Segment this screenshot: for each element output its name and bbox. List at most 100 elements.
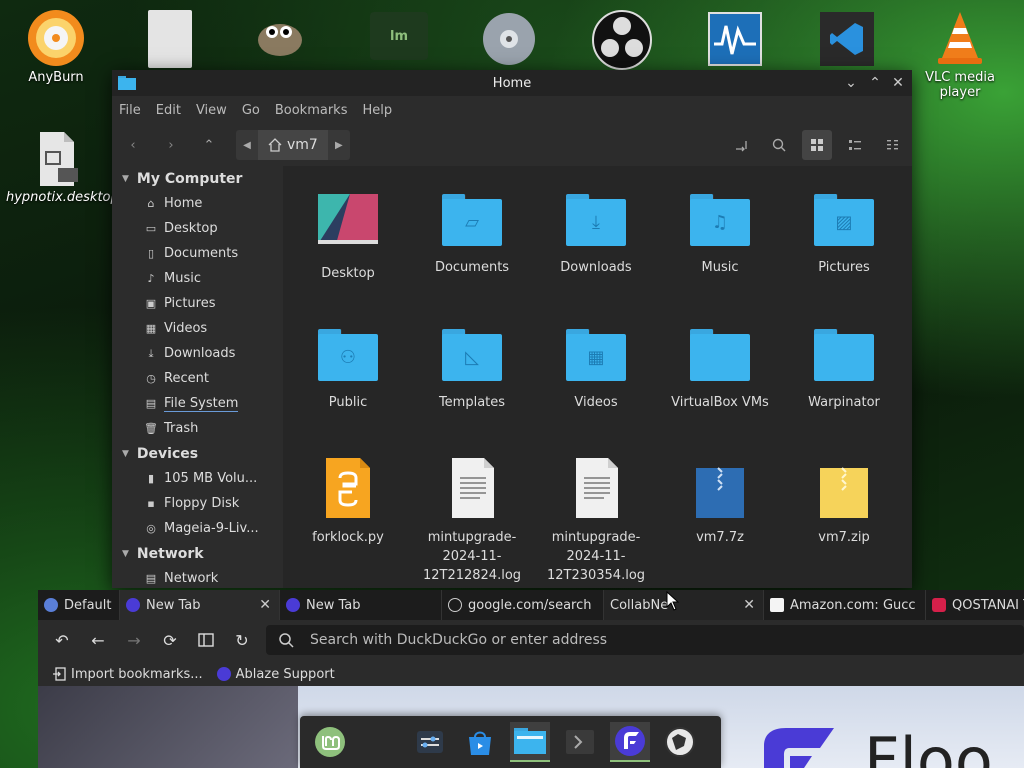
sidebar-section-network[interactable]: ▼ Network [112, 541, 282, 566]
close-icon[interactable]: ✕ [889, 74, 907, 92]
window-titlebar[interactable]: Home ⌄ ⌃ ✕ [112, 70, 912, 96]
menu-bookmarks[interactable]: Bookmarks [268, 103, 356, 118]
obs-icon[interactable] [592, 10, 652, 70]
tab-collabnet[interactable]: CollabNe ✕ [604, 590, 764, 620]
close-tab-icon[interactable]: ✕ [743, 597, 755, 613]
file-item-videos[interactable]: ▦ Videos [534, 321, 658, 412]
reload-icon[interactable]: ↻ [224, 625, 260, 655]
menu-help[interactable]: Help [355, 103, 400, 118]
file-item-vm7-zip[interactable]: vm7.zip [782, 456, 906, 547]
file-item-label-line: 2024-11- [566, 549, 626, 564]
sync-icon[interactable]: ⟳ [152, 625, 188, 655]
vscode-icon[interactable] [820, 12, 874, 66]
file-item-pictures[interactable]: ▨ Pictures [782, 186, 906, 277]
sidebar-section-devices[interactable]: ▼ Devices [112, 441, 282, 466]
desktop-icon-anyburn[interactable]: AnyBurn [6, 8, 106, 85]
sidebar-item-volume[interactable]: ▮ 105 MB Volu... [112, 466, 282, 491]
maximize-icon[interactable]: ⌃ [866, 74, 884, 92]
sidebar-item-videos[interactable]: ▦ Videos [112, 316, 282, 341]
sidebar-item-floppy[interactable]: ▪ Floppy Disk [112, 491, 282, 516]
settings-manager-icon[interactable] [410, 722, 450, 762]
tab-new-tab-active[interactable]: New Tab ✕ [120, 590, 280, 620]
file-item-warpinator[interactable]: Warpinator [782, 321, 906, 412]
sidebar-item-recent[interactable]: ◷ Recent [112, 366, 282, 391]
url-input[interactable] [308, 631, 912, 649]
webapps-icon[interactable] [660, 722, 700, 762]
sidebar-item-home[interactable]: ⌂ Home [112, 191, 282, 216]
folder-icon: ⚇ [318, 329, 378, 381]
tab-amazon[interactable]: Amazon.com: Gucc [764, 590, 926, 620]
sidebar-toggle-icon[interactable] [188, 625, 224, 655]
sidebar-item-music[interactable]: ♪ Music [112, 266, 282, 291]
sidebar-section-my-computer[interactable]: ▼ My Computer [112, 166, 282, 191]
path-left-arrow-icon[interactable]: ◀ [236, 140, 258, 151]
desktop-icon-label: VLC media player [925, 70, 995, 100]
file-item-forklock-py[interactable]: forklock.py [286, 456, 410, 547]
menu-go[interactable]: Go [235, 103, 268, 118]
search-icon [279, 633, 294, 648]
disc-burner-icon[interactable] [482, 12, 536, 66]
sidebar-item-mageia[interactable]: ◎ Mageia-9-Liv... [112, 516, 282, 541]
tab-new-tab[interactable]: New Tab [280, 590, 442, 620]
floorp-browser-taskbar-icon[interactable] [610, 722, 650, 762]
menu-view[interactable]: View [189, 103, 235, 118]
sidebar-item-desktop[interactable]: ▭ Desktop [112, 216, 282, 241]
file-item-public[interactable]: ⚇ Public [286, 321, 410, 412]
mint-welcome-icon[interactable]: lm [370, 12, 428, 60]
back-icon[interactable]: ‹ [118, 130, 148, 160]
undo-close-tab-icon[interactable]: ↶ [44, 625, 80, 655]
tab-qostanai[interactable]: QOSTANAI T [926, 590, 1024, 620]
file-item-music[interactable]: ♫ Music [658, 186, 782, 277]
anyburn-icon [28, 10, 84, 66]
bookmark-ablaze-support[interactable]: Ablaze Support [216, 667, 335, 682]
compact-view-icon[interactable] [878, 130, 908, 160]
search-icon[interactable] [764, 130, 794, 160]
gimp-icon[interactable] [252, 10, 308, 62]
sidebar-item-downloads[interactable]: ⤓ Downloads [112, 341, 282, 366]
system-monitor-icon[interactable] [708, 12, 762, 66]
tab-google-search[interactable]: google.com/search [442, 590, 604, 620]
sidebar-item-network[interactable]: ▤ Network [112, 566, 282, 588]
mint-menu-icon[interactable] [310, 722, 350, 762]
sidebar-item-documents[interactable]: ▯ Documents [112, 241, 282, 266]
list-view-icon[interactable] [840, 130, 870, 160]
desktop-icon-hypnotix[interactable]: hypnotix.desktop [6, 128, 119, 205]
menu-file[interactable]: File [112, 103, 149, 118]
file-manager-taskbar-icon[interactable] [510, 722, 550, 762]
text-file-icon [452, 458, 494, 518]
desktop-icon-vlc[interactable]: VLC media player [910, 8, 1010, 100]
file-item-mintupgrade-log-1[interactable]: mintupgrade- 2024-11- 12T212824.log [410, 456, 534, 585]
forward-icon[interactable]: → [116, 625, 152, 655]
bookmarks-bar: Import bookmarks... Ablaze Support [38, 660, 1024, 689]
file-item-templates[interactable]: ◺ Templates [410, 321, 534, 412]
path-bar: ◀ vm7 ▶ [236, 130, 350, 160]
file-item-virtualbox-vms[interactable]: VirtualBox VMs [658, 321, 782, 412]
file-item-vm7-7z[interactable]: vm7.7z [658, 456, 782, 547]
up-icon[interactable]: ⌃ [194, 130, 224, 160]
terminal-icon[interactable] [560, 722, 600, 762]
file-item-label: Music [701, 260, 739, 275]
path-right-arrow-icon[interactable]: ▶ [328, 140, 350, 151]
forward-icon[interactable]: › [156, 130, 186, 160]
sidebar-item-file-system[interactable]: ▤ File System [112, 391, 282, 416]
blank-file-icon[interactable] [148, 10, 192, 68]
minimize-icon[interactable]: ⌄ [842, 74, 860, 92]
software-manager-icon[interactable] [460, 722, 500, 762]
url-bar[interactable] [266, 625, 1024, 655]
sidebar-item-trash[interactable]: 🗑 Trash [112, 416, 282, 441]
path-crumb-home[interactable]: vm7 [258, 130, 328, 160]
bookmark-import[interactable]: Import bookmarks... [52, 667, 203, 682]
sidebar-item-pictures[interactable]: ▣ Pictures [112, 291, 282, 316]
close-tab-icon[interactable]: ✕ [259, 597, 271, 613]
menu-edit[interactable]: Edit [149, 103, 189, 118]
folder-icon [690, 329, 750, 381]
file-item-documents[interactable]: ▱ Documents [410, 186, 534, 277]
file-item-downloads[interactable]: ⤓ Downloads [534, 186, 658, 277]
back-icon[interactable]: ← [80, 625, 116, 655]
toggle-location-icon[interactable] [726, 130, 756, 160]
tab-default[interactable]: Default [38, 590, 120, 620]
sidebar-section-title: Devices [136, 445, 199, 462]
file-item-mintupgrade-log-2[interactable]: mintupgrade- 2024-11- 12T230354.log [534, 456, 658, 585]
file-item-desktop[interactable]: Desktop [286, 186, 410, 283]
icon-view-icon[interactable] [802, 130, 832, 160]
